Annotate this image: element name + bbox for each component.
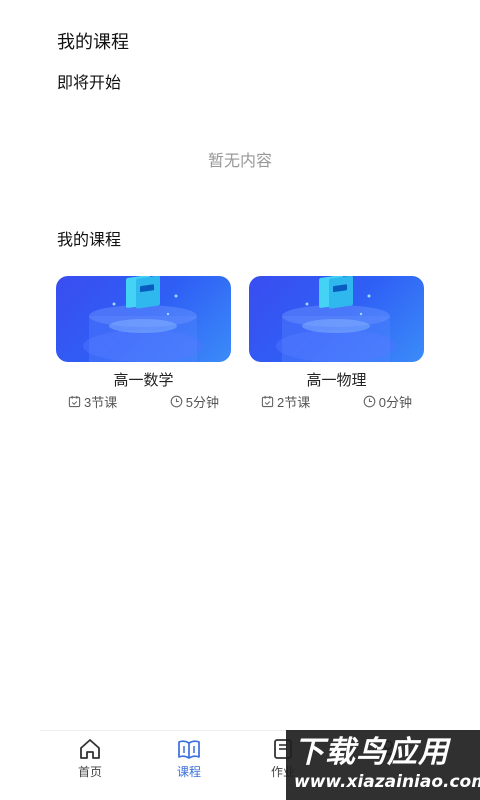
duration-text: 0分钟: [378, 395, 412, 410]
duration: 0分钟: [363, 392, 412, 411]
course-cover-image: [56, 276, 231, 362]
home-icon: [80, 739, 100, 759]
duration: 5分钟: [170, 392, 219, 411]
watermark-logo: 下载鸟应用 www.xiazainiao.com: [286, 730, 480, 800]
course-card[interactable]: 高一数学 3节课 5分钟: [56, 276, 231, 410]
course-card[interactable]: 高一物理 2节课 0分钟: [249, 276, 424, 410]
duration-text: 5分钟: [185, 395, 219, 410]
lesson-count: 2节课: [261, 392, 310, 411]
tab-home-label: 首页: [77, 765, 102, 779]
clock-icon: [363, 395, 376, 408]
tab-courses[interactable]: 课程: [159, 737, 219, 780]
watermark-url: www.xiazainiao.com: [294, 772, 480, 792]
empty-state-text: 暂无内容: [207, 153, 272, 170]
upcoming-section-title: 即将开始: [57, 75, 122, 92]
lesson-count-text: 3节课: [84, 395, 118, 410]
clock-icon: [170, 395, 183, 408]
my-courses-section-title: 我的课程: [57, 232, 122, 249]
course-name: 高一物理: [306, 372, 367, 389]
tab-courses-label: 课程: [176, 765, 201, 779]
lesson-count: 3节课: [68, 392, 117, 411]
course-cover-image: [249, 276, 424, 362]
lesson-count-text: 2节课: [277, 395, 311, 410]
calendar-icon: [261, 395, 274, 408]
page-title: 我的课程: [57, 32, 129, 52]
course-name: 高一数学: [113, 372, 174, 389]
tab-home[interactable]: 首页: [60, 737, 120, 780]
calendar-icon: [68, 395, 81, 408]
watermark-text: 下载鸟应用: [294, 735, 449, 770]
book-open-icon: [178, 740, 200, 759]
